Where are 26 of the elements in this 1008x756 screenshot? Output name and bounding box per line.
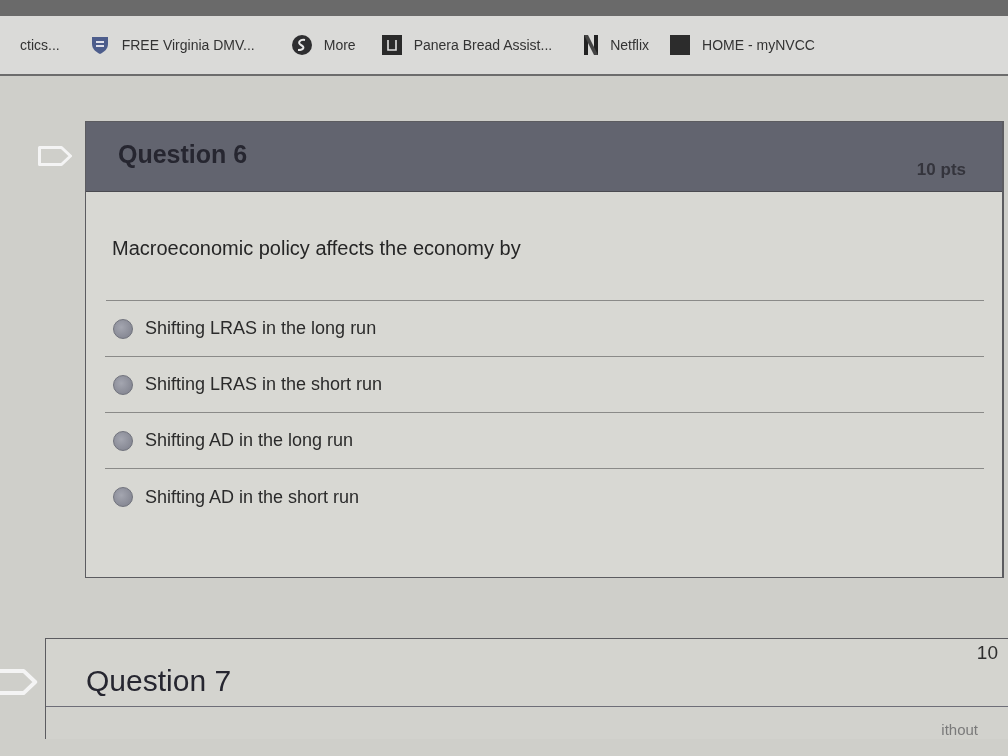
bookmark-link[interactable]: FREE Virginia DMV...: [89, 35, 255, 55]
bookmark-link[interactable]: Panera Bread Assist...: [381, 35, 553, 55]
radio-button[interactable]: [113, 318, 133, 339]
points-label: 10: [976, 642, 998, 664]
bookmark-link[interactable]: HOME - myNVCC: [670, 35, 815, 55]
square-logo-icon: [381, 35, 402, 55]
bookmark-link[interactable]: More: [291, 35, 356, 55]
bookmark-link[interactable]: ctics...: [20, 37, 60, 53]
question-title: Question 6: [118, 140, 248, 169]
shield-icon: [89, 35, 110, 55]
radio-button[interactable]: [113, 374, 133, 395]
tag-outline-icon: [0, 669, 38, 695]
square-icon: [670, 35, 691, 55]
radio-button[interactable]: [113, 487, 133, 507]
answer-label[interactable]: Shifting AD in the short run: [145, 486, 360, 508]
answer-label[interactable]: Shifting LRAS in the long run: [145, 318, 377, 339]
answer-label[interactable]: Shifting AD in the long run: [145, 430, 354, 451]
cut-off-text: ithout: [941, 721, 978, 738]
bookmark-link[interactable]: Netflix: [584, 35, 650, 55]
question-text: Macroeconomic policy affects the economy by: [106, 192, 984, 301]
radio-button[interactable]: [113, 430, 133, 451]
swirl-circle-icon: [291, 35, 312, 55]
answer-label[interactable]: Shifting LRAS in the short run: [145, 374, 383, 395]
tag-outline-icon: [38, 146, 72, 166]
question-title: Question 7: [86, 664, 232, 698]
letter-n-logo-icon: [584, 35, 599, 55]
